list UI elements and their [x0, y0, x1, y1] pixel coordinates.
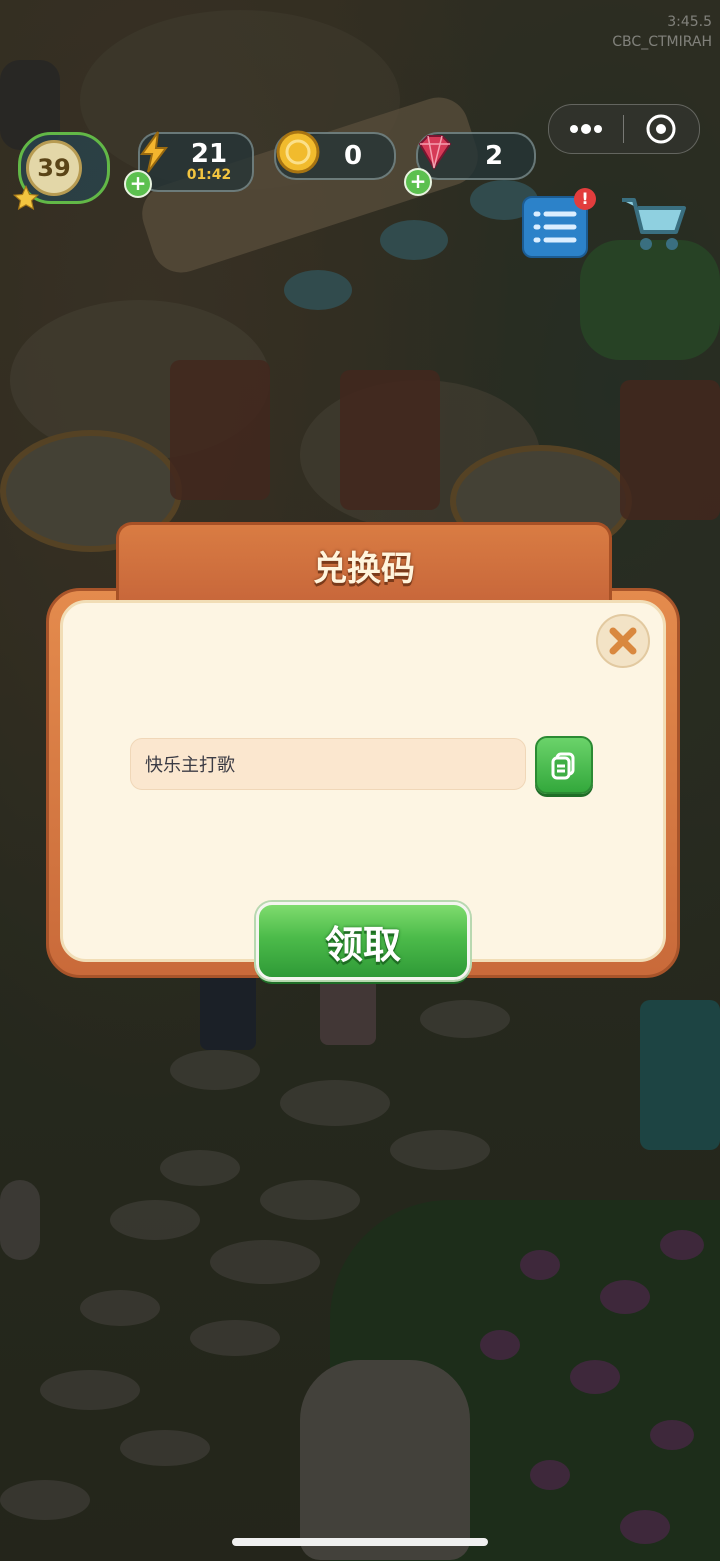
energy-value: 21: [190, 139, 228, 169]
shop-button[interactable]: [616, 190, 692, 256]
overlay-code: CBC_CTMIRAH: [612, 34, 712, 50]
close-button[interactable]: [596, 614, 650, 668]
miniprogram-capsule: [548, 104, 700, 154]
plus-icon[interactable]: +: [404, 168, 432, 196]
gem-value: 2: [484, 141, 504, 171]
claim-button[interactable]: 领取: [256, 902, 470, 980]
plus-icon[interactable]: +: [124, 170, 152, 198]
level-badge[interactable]: 39: [12, 132, 110, 212]
energy-timer: 01:42: [186, 167, 232, 183]
coin-icon: [276, 130, 320, 174]
paste-button[interactable]: [535, 736, 593, 794]
home-indicator[interactable]: [232, 1538, 488, 1546]
dialog-title: 兑换码: [313, 548, 415, 589]
close-icon: [609, 627, 637, 655]
task-list-button[interactable]: !: [522, 188, 596, 258]
more-dots-icon[interactable]: [549, 105, 623, 153]
claim-button-label: 领取: [324, 922, 401, 967]
star-icon: [12, 184, 40, 211]
redeem-code-input[interactable]: [130, 738, 526, 790]
paste-icon: [551, 752, 575, 780]
coin-value: 0: [343, 141, 363, 171]
alert-badge: !: [574, 188, 596, 210]
overlay-time: 3:45.5: [667, 14, 712, 30]
lightning-icon: [140, 131, 168, 173]
cart-icon: [622, 198, 686, 250]
dialog-header: 兑换码: [116, 522, 612, 605]
target-icon[interactable]: [624, 105, 698, 153]
debug-overlay: 3:45.5 CBC_CTMIRAH: [584, 12, 712, 52]
